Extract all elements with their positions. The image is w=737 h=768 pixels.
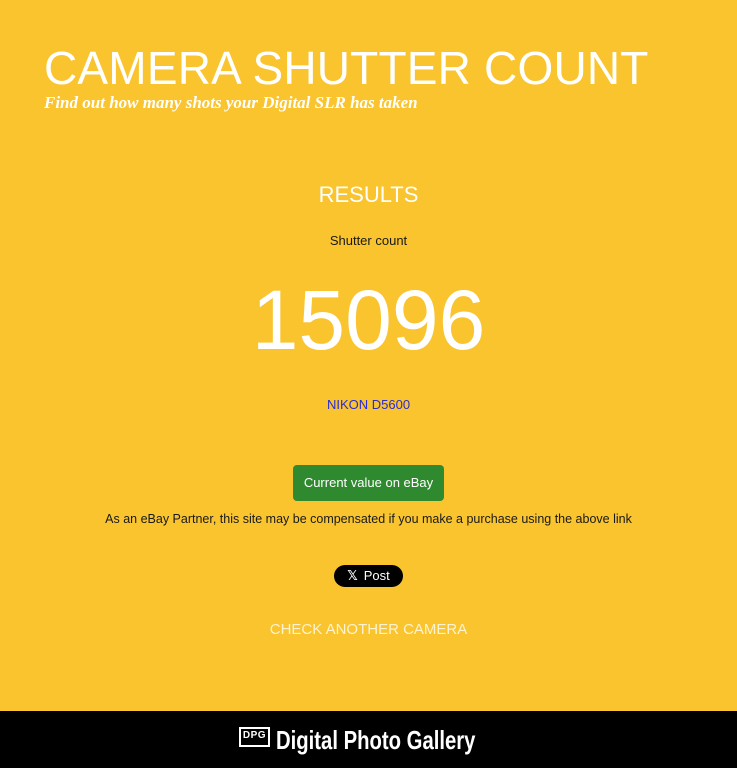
site-tagline: Find out how many shots your Digital SLR… <box>44 93 418 112</box>
share-row: 𝕏 Post <box>0 565 737 587</box>
camera-model-link[interactable]: NIKON D5600 <box>327 397 410 412</box>
shutter-count-value: 15096 <box>251 273 486 367</box>
shutter-count-label: Shutter count <box>329 233 408 248</box>
dpg-logo-icon: DPG <box>238 726 271 747</box>
ebay-button-row: Current value on eBay <box>0 465 737 501</box>
x-post-button[interactable]: 𝕏 Post <box>334 565 403 587</box>
footer-brand-name: Digital Photo Gallery <box>276 724 476 755</box>
x-logo-icon: 𝕏 <box>347 568 358 583</box>
ebay-value-button[interactable]: Current value on eBay <box>292 465 445 501</box>
post-label: Post <box>363 568 390 583</box>
footer-brand[interactable]: DPG Digital Photo Gallery <box>238 724 498 755</box>
ebay-disclaimer: As an eBay Partner, this site may be com… <box>105 512 632 526</box>
footer: DPG Digital Photo Gallery <box>0 711 737 768</box>
site-title[interactable]: CAMERA SHUTTER COUNT <box>44 40 649 96</box>
page: CAMERA SHUTTER COUNT Find out how many s… <box>0 0 737 768</box>
camera-model-row: NIKON D5600 <box>0 396 737 414</box>
check-another-camera-link[interactable]: CHECK ANOTHER CAMERA <box>0 621 737 639</box>
results-heading: RESULTS <box>318 182 419 207</box>
